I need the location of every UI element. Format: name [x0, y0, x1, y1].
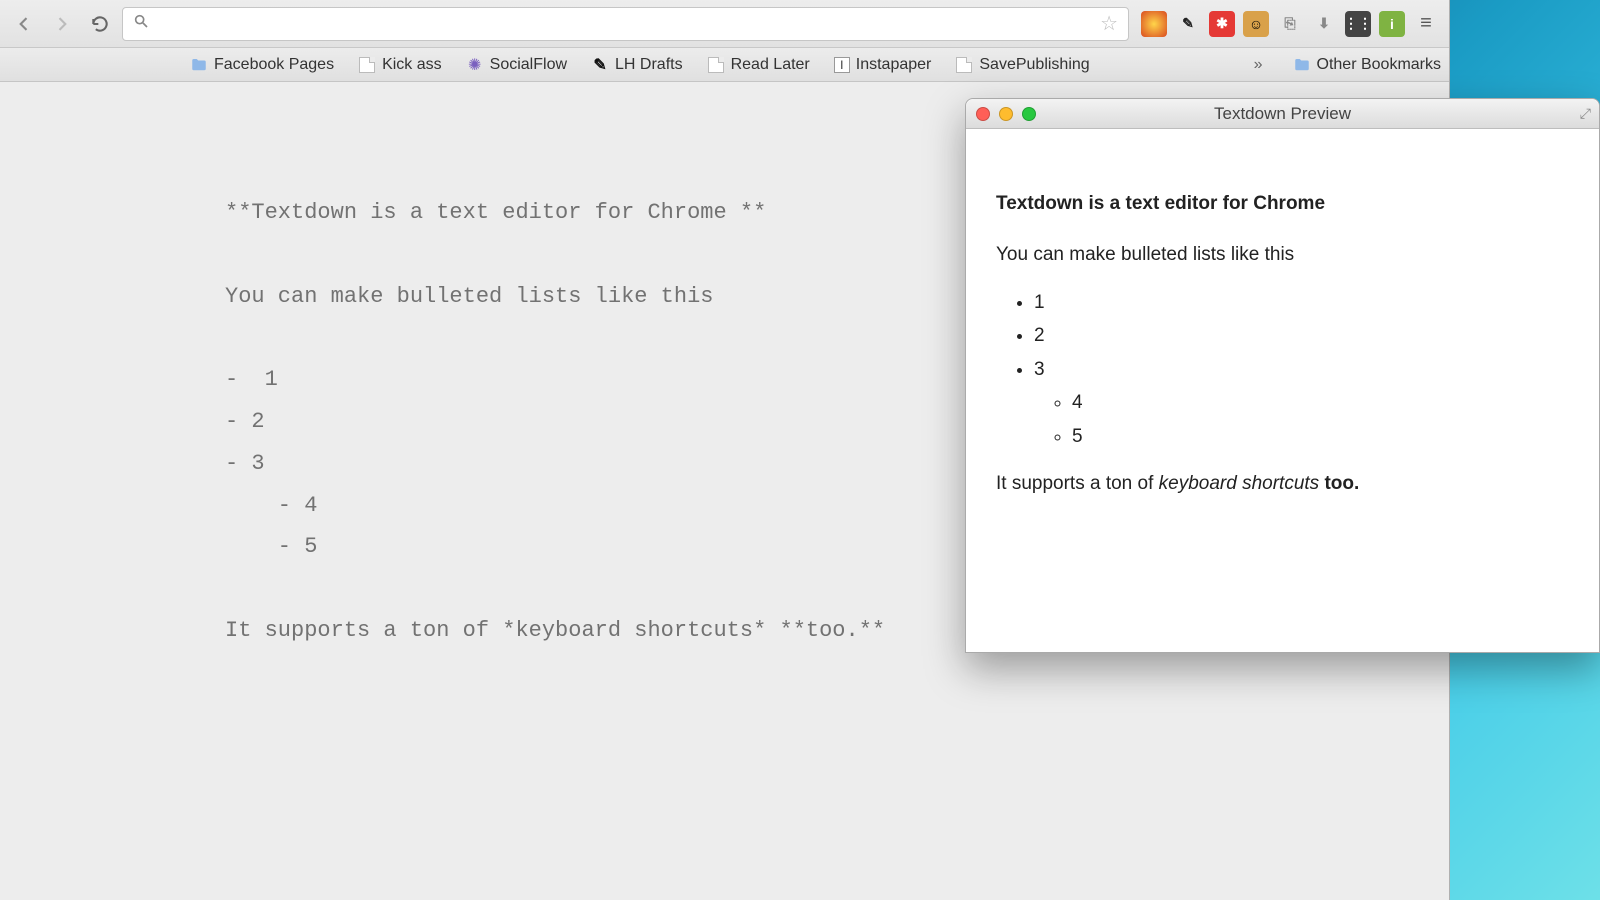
bookmark-label: SocialFlow: [490, 56, 567, 74]
extension-icon-7[interactable]: ⋮⋮: [1345, 11, 1371, 37]
socialflow-icon: ✺: [466, 56, 484, 74]
preview-paragraph: It supports a ton of keyboard shortcuts …: [996, 469, 1569, 498]
folder-icon: [1293, 56, 1311, 74]
preview-window: Textdown Preview ⤢ Textdown is a text ed…: [965, 98, 1600, 653]
preview-titlebar[interactable]: Textdown Preview ⤢: [966, 99, 1599, 129]
page-icon: [955, 56, 973, 74]
editor-line: - 2: [225, 409, 265, 434]
list-item: 4: [1072, 388, 1569, 417]
browser-toolbar: ☆ ✎ ✱ ☺ ⎘ ⬇ ⋮⋮ i ≡: [0, 0, 1449, 48]
forward-button[interactable]: [46, 8, 78, 40]
editor-line: It supports a ton of *keyboard shortcuts…: [225, 618, 885, 643]
bookmark-lh-drafts[interactable]: ✎ LH Drafts: [591, 56, 683, 74]
address-bar[interactable]: ☆: [122, 7, 1129, 41]
bookmark-label: Kick ass: [382, 56, 442, 74]
bookmark-read-later[interactable]: Read Later: [707, 56, 810, 74]
bookmark-label: Facebook Pages: [214, 56, 334, 74]
editor-line: You can make bulleted lists like this: [225, 284, 713, 309]
preview-title: Textdown Preview: [966, 104, 1599, 124]
bold-text: too.: [1319, 473, 1359, 494]
folder-icon: [190, 56, 208, 74]
extension-icon-5[interactable]: ⎘: [1277, 11, 1303, 37]
bookmark-label: Instapaper: [856, 56, 932, 74]
preview-list: 1 2 3 4 5: [996, 288, 1569, 451]
bookmark-facebook-pages[interactable]: Facebook Pages: [190, 56, 334, 74]
bookmarks-overflow[interactable]: »: [1248, 56, 1269, 74]
reload-button[interactable]: [84, 8, 116, 40]
editor-line: - 5: [225, 534, 317, 559]
preview-body: Textdown is a text editor for Chrome You…: [966, 129, 1599, 537]
bookmark-savepublishing[interactable]: SavePublishing: [955, 56, 1089, 74]
extension-icon-2[interactable]: ✎: [1175, 11, 1201, 37]
text-run: It supports a ton of: [996, 473, 1159, 494]
editor-line: - 1: [225, 367, 278, 392]
chrome-menu-button[interactable]: ≡: [1411, 9, 1441, 39]
page-icon: [358, 56, 376, 74]
bookmark-label: SavePublishing: [979, 56, 1089, 74]
search-icon: [133, 13, 149, 34]
page-icon: [707, 56, 725, 74]
list-item-label: 3: [1034, 359, 1045, 380]
bookmark-label: Read Later: [731, 56, 810, 74]
preview-paragraph: You can make bulleted lists like this: [996, 240, 1569, 269]
bookmark-socialflow[interactable]: ✺ SocialFlow: [466, 56, 567, 74]
bookmark-instapaper[interactable]: I Instapaper: [834, 56, 932, 74]
editor-line: **Textdown is a text editor for Chrome *…: [225, 200, 766, 225]
italic-text: keyboard shortcuts: [1159, 473, 1320, 494]
lh-drafts-icon: ✎: [591, 56, 609, 74]
list-item: 3 4 5: [1034, 355, 1569, 451]
address-input[interactable]: [157, 15, 1092, 33]
list-item: 2: [1034, 321, 1569, 350]
extension-icon-3[interactable]: ✱: [1209, 11, 1235, 37]
extension-icon-8[interactable]: i: [1379, 11, 1405, 37]
editor-line: - 4: [225, 493, 317, 518]
bookmarks-bar: Facebook Pages Kick ass ✺ SocialFlow ✎ L…: [0, 48, 1449, 82]
back-button[interactable]: [8, 8, 40, 40]
bookmark-label: LH Drafts: [615, 56, 683, 74]
instapaper-icon: I: [834, 57, 850, 73]
extension-icons: ✎ ✱ ☺ ⎘ ⬇ ⋮⋮ i: [1135, 11, 1405, 37]
bookmark-kick-ass[interactable]: Kick ass: [358, 56, 442, 74]
preview-heading: Textdown is a text editor for Chrome: [996, 189, 1569, 218]
other-bookmarks-label: Other Bookmarks: [1317, 56, 1441, 74]
bookmark-star-icon[interactable]: ☆: [1100, 11, 1118, 36]
preview-sublist: 4 5: [1034, 388, 1569, 451]
extension-icon-6[interactable]: ⬇: [1311, 11, 1337, 37]
list-item: 5: [1072, 422, 1569, 451]
extension-icon-1[interactable]: [1141, 11, 1167, 37]
editor-line: - 3: [225, 451, 265, 476]
other-bookmarks[interactable]: Other Bookmarks: [1293, 56, 1441, 74]
extension-icon-4[interactable]: ☺: [1243, 11, 1269, 37]
expand-icon[interactable]: ⤢: [1580, 105, 1591, 122]
list-item: 1: [1034, 288, 1569, 317]
